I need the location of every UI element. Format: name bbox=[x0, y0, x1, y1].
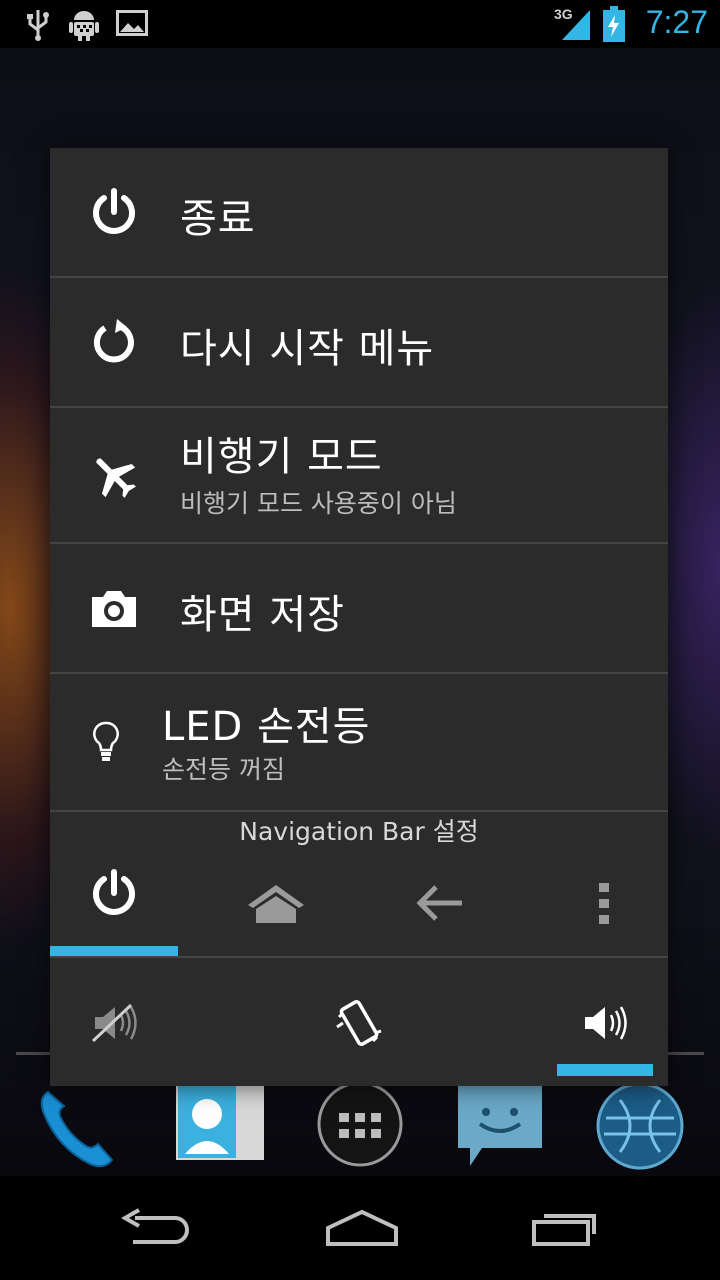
silent-mode-option[interactable] bbox=[50, 978, 178, 1068]
sound-selected-indicator bbox=[557, 1064, 653, 1076]
navigation-bar-settings-label: Navigation Bar 설정 bbox=[239, 817, 479, 846]
airplane-icon bbox=[88, 450, 140, 502]
power-off-item[interactable]: 종료 bbox=[50, 148, 668, 278]
clock: 7:27 bbox=[645, 4, 708, 40]
image-notification-icon bbox=[116, 8, 148, 42]
restart-label: 다시 시작 메뉴 bbox=[180, 326, 435, 372]
vibrate-icon bbox=[336, 1000, 382, 1046]
back-icon bbox=[120, 1208, 189, 1244]
navbar-home-option[interactable] bbox=[212, 858, 340, 948]
recent-apps-icon bbox=[532, 1214, 596, 1246]
power-icon bbox=[88, 186, 140, 238]
android-debug-icon bbox=[68, 8, 100, 46]
screenshot-item[interactable]: 화면 저장 bbox=[50, 542, 668, 674]
power-off-label: 종료 bbox=[180, 196, 256, 242]
airplane-mode-label: 비행기 모드 bbox=[180, 434, 383, 480]
led-flashlight-label: LED 손전등 bbox=[162, 704, 371, 750]
recent-apps-button[interactable] bbox=[486, 1176, 646, 1280]
vibrate-mode-option[interactable] bbox=[295, 978, 423, 1068]
messaging-app-icon[interactable] bbox=[456, 1082, 544, 1170]
camera-icon bbox=[88, 582, 140, 634]
navbar-power-option[interactable] bbox=[50, 848, 178, 938]
airplane-mode-status: 비행기 모드 사용중이 아님 bbox=[180, 489, 457, 518]
overflow-menu-icon bbox=[599, 883, 609, 924]
phone-app-icon[interactable] bbox=[34, 1082, 122, 1170]
silent-icon bbox=[91, 1003, 137, 1043]
restart-icon bbox=[88, 316, 140, 368]
back-button[interactable] bbox=[74, 1176, 234, 1280]
airplane-mode-item[interactable]: 비행기 모드 비행기 모드 사용중이 아님 bbox=[50, 406, 668, 544]
status-bar: 3G 7:27 bbox=[0, 0, 720, 48]
home-button[interactable] bbox=[282, 1176, 442, 1280]
screenshot-label: 화면 저장 bbox=[180, 592, 345, 638]
lightbulb-icon bbox=[80, 716, 132, 768]
usb-icon bbox=[24, 8, 52, 46]
system-navigation-bar bbox=[0, 1176, 720, 1280]
section-divider bbox=[50, 956, 668, 958]
battery-charging-icon bbox=[602, 6, 626, 46]
navbar-back-option[interactable] bbox=[376, 858, 504, 948]
led-flashlight-item[interactable]: LED 손전등 손전등 꺼짐 bbox=[50, 672, 668, 812]
navbar-menu-option[interactable] bbox=[540, 858, 668, 948]
contacts-app-icon[interactable] bbox=[176, 1082, 264, 1170]
power-menu-dialog: 종료 다시 시작 메뉴 비행기 모드 비행기 모드 사용중이 아님 화면 저장 … bbox=[50, 148, 668, 1086]
all-apps-icon[interactable] bbox=[316, 1080, 404, 1168]
back-arrow-icon bbox=[416, 885, 462, 921]
sound-on-option[interactable] bbox=[540, 978, 668, 1068]
sound-on-icon bbox=[585, 1006, 627, 1040]
led-flashlight-status: 손전등 꺼짐 bbox=[162, 755, 285, 784]
home-icon bbox=[326, 1209, 398, 1246]
restart-item[interactable]: 다시 시작 메뉴 bbox=[50, 276, 668, 408]
browser-app-icon[interactable] bbox=[596, 1082, 684, 1170]
home-icon bbox=[248, 885, 304, 923]
power-icon bbox=[93, 869, 135, 915]
